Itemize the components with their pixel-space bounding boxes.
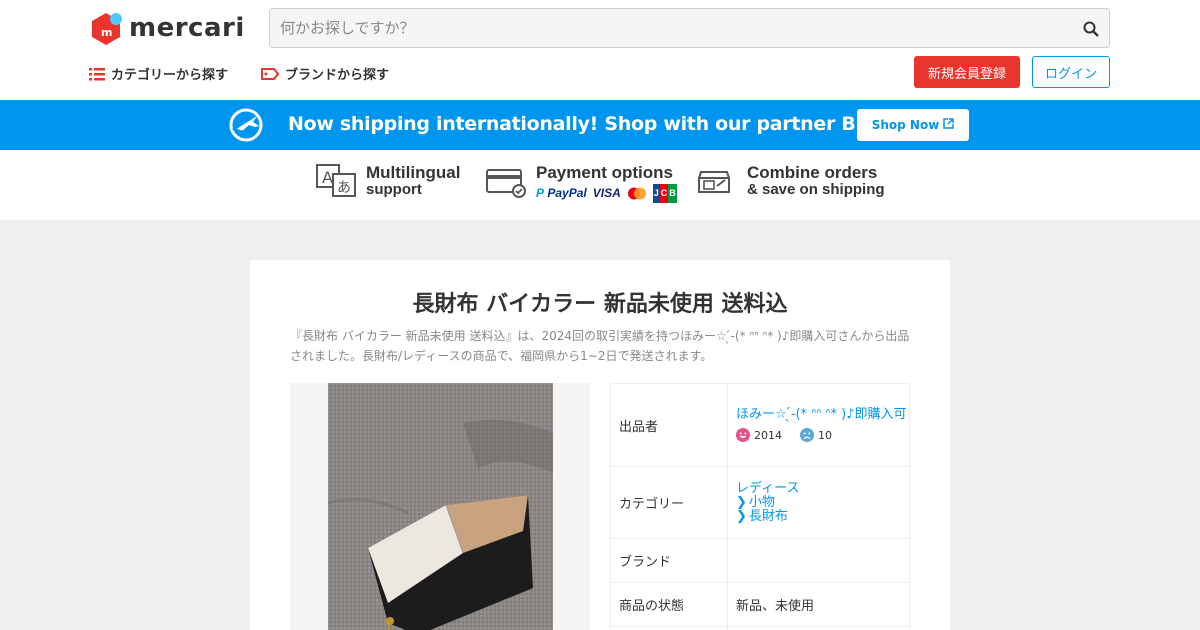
feature-payment: Payment options P PayPal VISA JCB (486, 164, 677, 203)
chevron-right-icon: ❯ (736, 494, 747, 510)
nav-category-label: カテゴリーから探す (111, 68, 229, 83)
item-card: 長財布 バイカラー 新品未使用 送料込 『長財布 バイカラー 新品未使用 送料込… (250, 260, 950, 630)
signup-button[interactable]: 新規会員登録 (914, 56, 1020, 88)
svg-text:あ: あ (337, 180, 351, 196)
shop-now-button[interactable]: Shop Now (857, 109, 969, 141)
good-rating-count: 2014 (754, 428, 782, 442)
feature-combine-line2: & save on shipping (747, 181, 885, 198)
nav-category-link[interactable]: カテゴリーから探す (89, 64, 228, 83)
search-bar (269, 8, 1110, 48)
feature-multilingual-line2: support (366, 181, 422, 198)
nav-brand-link[interactable]: ブランドから探す (261, 64, 389, 83)
login-button[interactable]: ログイン (1032, 56, 1110, 88)
feature-combine: Combine orders & save on shipping (697, 164, 885, 200)
mercari-logo-icon: m (89, 11, 123, 45)
chevron-right-icon: ❯ (736, 508, 747, 524)
detail-row-next (610, 626, 910, 630)
seller-label: 出品者 (610, 383, 728, 467)
search-button[interactable] (1079, 17, 1103, 41)
paypal-logo: P PayPal (536, 186, 587, 200)
good-rating-icon (736, 428, 750, 442)
international-banner: Now shipping internationally! Shop with … (0, 100, 1200, 150)
payment-logos: P PayPal VISA JCB (536, 184, 677, 203)
nav-brand-label: ブランドから探す (285, 68, 390, 83)
translate-icon: A あ (316, 164, 358, 200)
feature-multilingual: A あ Multilingual support (316, 164, 460, 200)
shop-now-label: Shop Now (871, 118, 940, 132)
banner-text: Now shipping internationally! Shop with … (288, 113, 915, 135)
search-icon (1083, 21, 1099, 37)
brand-label: ブランド (610, 538, 728, 583)
mastercard-logo (627, 187, 647, 200)
feature-multilingual-line1: Multilingual (366, 163, 461, 182)
item-title: 長財布 バイカラー 新品未使用 送料込 (412, 292, 788, 317)
detail-row-category: カテゴリー レディース ❯ 小物 ❯ 長財布 (610, 466, 910, 539)
bad-rating-count: 10 (818, 428, 832, 442)
search-input[interactable] (270, 9, 1050, 47)
detail-row-brand: ブランド (610, 538, 910, 583)
category-cell: レディース ❯ 小物 ❯ 長財布 (727, 466, 910, 539)
item-description: 『長財布 バイカラー 新品未使用 送料込』は、2024回の取引実績を持つほみー☆… (290, 329, 910, 363)
detail-row-condition: 商品の状態 新品、未使用 (610, 582, 910, 627)
detail-row-seller: 出品者 ほみー☆ ̖́-(* ᐢᐢ ᐢ* )♪即購入可 2014 10 (610, 383, 910, 467)
tag-icon (261, 67, 279, 80)
list-icon (89, 67, 105, 81)
seller-link[interactable]: ほみー☆ ̖́-(* ᐢᐢ ᐢ* )♪即購入可 (736, 408, 909, 422)
svg-text:m: m (101, 26, 112, 39)
item-photo-area (290, 383, 590, 630)
condition-value: 新品、未使用 (727, 582, 910, 627)
item-photo[interactable] (328, 383, 553, 630)
item-details-table: 出品者 ほみー☆ ̖́-(* ᐢᐢ ᐢ* )♪即購入可 2014 10 カテゴリ… (610, 383, 910, 630)
category-link-3[interactable]: ❯ 長財布 (736, 508, 909, 524)
category-link-1[interactable]: レディース (736, 481, 909, 496)
site-header: m mercari カテゴリーから探す (0, 0, 1200, 100)
package-icon (697, 164, 739, 200)
svg-text:A: A (322, 168, 333, 187)
category-link-2[interactable]: ❯ 小物 (736, 494, 909, 510)
feature-combine-line1: Combine orders (747, 163, 878, 182)
external-link-icon (943, 118, 955, 132)
condition-label: 商品の状態 (610, 582, 728, 627)
visa-logo: VISA (592, 186, 621, 200)
seller-rating: 2014 10 (736, 428, 909, 442)
brand-value (727, 538, 910, 583)
credit-card-icon (486, 164, 528, 200)
mercari-logo[interactable]: m mercari (89, 10, 245, 46)
features-strip: A あ Multilingual support Payment options… (0, 150, 1200, 220)
logo-text: mercari (129, 13, 245, 43)
jcb-logo: JCB (652, 184, 677, 203)
category-label: カテゴリー (610, 466, 728, 539)
plane-globe-icon (229, 108, 263, 142)
bad-rating-icon (800, 428, 814, 442)
feature-payment-title: Payment options (536, 163, 673, 182)
seller-cell: ほみー☆ ̖́-(* ᐢᐢ ᐢ* )♪即購入可 2014 10 (727, 383, 910, 467)
